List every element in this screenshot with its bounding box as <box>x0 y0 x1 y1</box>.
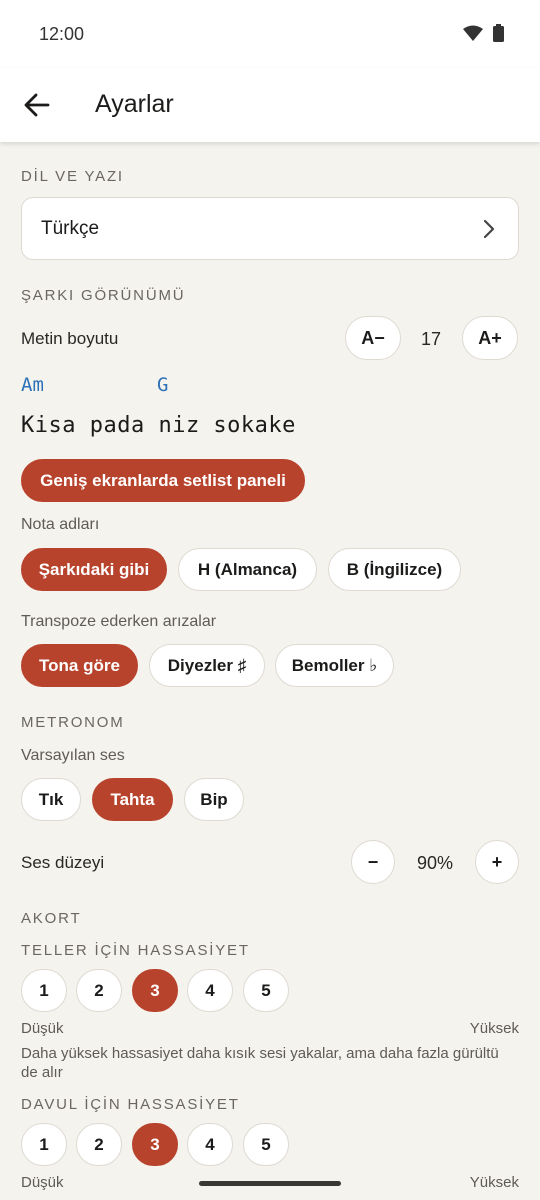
sensitivity-help-text: Daha yüksek hassasiyet daha kısık sesi y… <box>21 1045 499 1081</box>
strings-sensitivity-2[interactable]: 2 <box>76 969 122 1012</box>
drums-sensitivity-5[interactable]: 5 <box>243 1123 289 1166</box>
note-names-option-english[interactable]: B (İngilizce) <box>328 548 461 591</box>
section-metronome: METRONOM <box>21 714 125 731</box>
drums-low-label: Düşük <box>21 1174 64 1191</box>
page-title: Ayarlar <box>95 90 174 118</box>
note-names-option-song[interactable]: Şarkıdaki gibi <box>21 548 167 591</box>
text-size-value: 17 <box>420 329 442 349</box>
text-size-increase-button[interactable]: A+ <box>462 316 518 360</box>
language-value: Türkçe <box>41 218 100 239</box>
status-time: 12:00 <box>39 24 85 44</box>
settings-content[interactable]: DİL VE YAZI Türkçe ŞARKI GÖRÜNÜMÜ Metin … <box>0 142 540 1200</box>
strings-sensitivity-4[interactable]: 4 <box>187 969 233 1012</box>
strings-high-label: Yüksek <box>469 1020 519 1037</box>
preview-chord-am: Am <box>21 374 44 396</box>
setlist-panel-toggle[interactable]: Geniş ekranlarda setlist paneli <box>21 459 305 502</box>
strings-sensitivity-1[interactable]: 1 <box>21 969 67 1012</box>
status-icons <box>463 24 504 42</box>
section-song-view: ŞARKI GÖRÜNÜMÜ <box>21 287 186 304</box>
status-bar: 12:00 <box>0 0 540 68</box>
app-bar: Ayarlar <box>0 68 540 142</box>
language-selector[interactable]: Türkçe <box>21 197 519 260</box>
drums-sensitivity-3[interactable]: 3 <box>132 1123 178 1166</box>
sound-option-beep[interactable]: Bip <box>184 778 244 821</box>
drums-sensitivity-4[interactable]: 4 <box>187 1123 233 1166</box>
text-size-decrease-button[interactable]: A− <box>345 316 401 360</box>
accidentals-option-sharps[interactable]: Diyezler ♯ <box>149 644 265 687</box>
chevron-right-icon <box>483 219 495 239</box>
drums-sensitivity-1[interactable]: 1 <box>21 1123 67 1166</box>
drums-sensitivity-2[interactable]: 2 <box>76 1123 122 1166</box>
volume-increase-button[interactable]: + <box>475 840 519 884</box>
accidentals-option-flats[interactable]: Bemoller ♭ <box>275 644 394 687</box>
accidentals-option-key[interactable]: Tona göre <box>21 644 138 687</box>
volume-decrease-button[interactable]: − <box>351 840 395 884</box>
strings-sensitivity-label: TELLER İÇİN HASSASİYET <box>21 942 250 959</box>
preview-lyric: Kisa pada niz sokake <box>21 413 296 438</box>
sound-option-wood[interactable]: Tahta <box>92 778 173 821</box>
battery-icon <box>493 24 504 42</box>
accidentals-label: Transpoze ederken arızalar <box>21 613 217 630</box>
strings-low-label: Düşük <box>21 1020 64 1037</box>
strings-sensitivity-3[interactable]: 3 <box>132 969 178 1012</box>
strings-sensitivity-5[interactable]: 5 <box>243 969 289 1012</box>
preview-chord-g: G <box>157 374 169 396</box>
note-names-option-german[interactable]: H (Almanca) <box>178 548 317 591</box>
text-size-label: Metin boyutu <box>21 329 119 348</box>
section-tuner: AKORT <box>21 910 82 927</box>
drums-high-label: Yüksek <box>469 1174 519 1191</box>
drums-sensitivity-label: DAVUL İÇİN HASSASİYET <box>21 1096 240 1113</box>
note-names-label: Nota adları <box>21 516 100 533</box>
wifi-icon <box>463 25 483 41</box>
volume-value: 90% <box>416 853 454 873</box>
sound-option-tick[interactable]: Tık <box>21 778 81 821</box>
section-language: DİL VE YAZI <box>21 168 124 185</box>
default-sound-label: Varsayılan ses <box>21 747 125 764</box>
home-indicator[interactable] <box>199 1181 341 1186</box>
volume-label: Ses düzeyi <box>21 853 105 872</box>
arrow-back-icon[interactable] <box>22 90 52 120</box>
